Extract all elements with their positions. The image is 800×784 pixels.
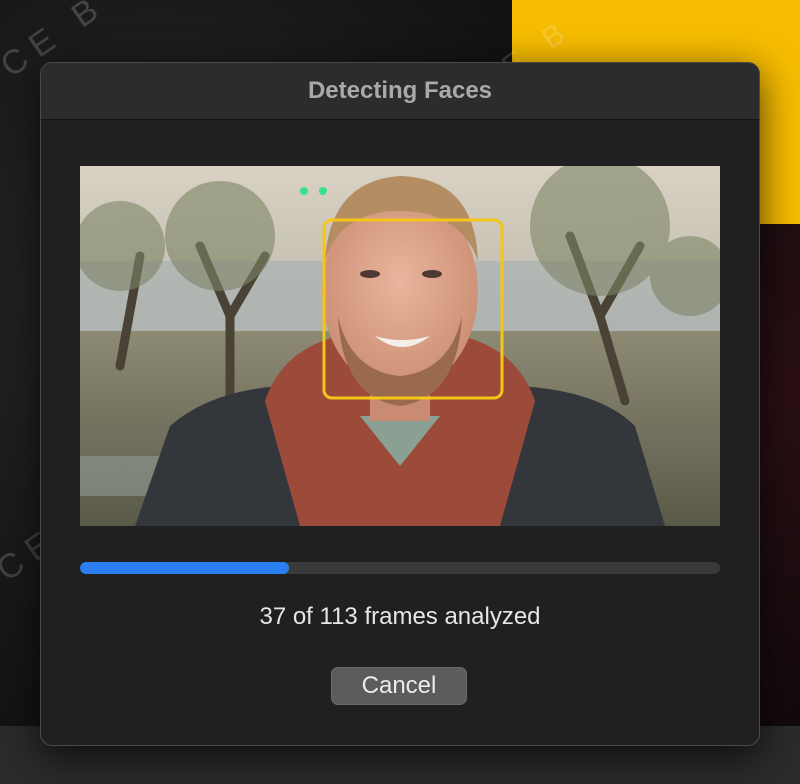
progress-bar xyxy=(80,562,720,574)
dialog-title: Detecting Faces xyxy=(307,77,493,104)
progress-bar-fill xyxy=(80,562,290,574)
progress-status-text: 37 of 113 frames analyzed xyxy=(259,603,541,630)
face-detection-dialog: Detecting Faces 37 of 113 frames analyze… xyxy=(40,62,760,746)
frame-image xyxy=(80,166,720,526)
dialog-titlebar: Detecting Faces xyxy=(41,63,759,120)
video-frame-preview xyxy=(80,166,720,526)
cancel-button[interactable]: Cancel xyxy=(331,667,467,705)
